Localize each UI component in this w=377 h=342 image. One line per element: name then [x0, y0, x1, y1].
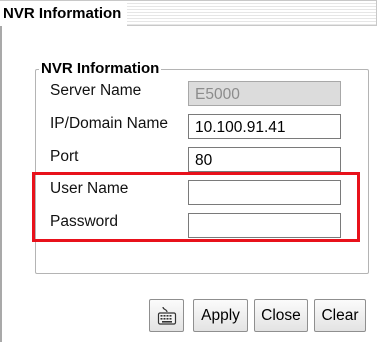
nvr-information-dialog: NVR Information NVR Information Server N… — [0, 0, 377, 342]
server-name-field — [188, 81, 341, 106]
port-field[interactable] — [188, 147, 341, 172]
keyboard-icon — [157, 306, 177, 325]
group-legend: NVR Information — [39, 59, 162, 78]
window-title: NVR Information — [0, 1, 128, 26]
ip-domain-field[interactable] — [188, 114, 341, 139]
port-label: Port — [50, 148, 79, 165]
credentials-highlight-box — [32, 172, 360, 242]
server-name-label: Server Name — [50, 82, 142, 99]
apply-button[interactable]: Apply — [193, 299, 248, 332]
clear-button[interactable]: Clear — [314, 299, 366, 332]
virtual-keyboard-button[interactable] — [149, 299, 184, 332]
ip-domain-label: IP/Domain Name — [50, 115, 169, 132]
title-bar: NVR Information — [0, 0, 377, 26]
close-button[interactable]: Close — [254, 299, 308, 332]
window-border — [0, 26, 2, 342]
